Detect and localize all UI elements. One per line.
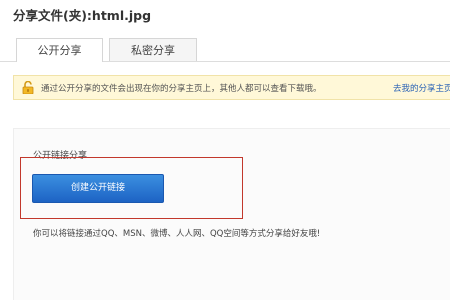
my-share-homepage-link[interactable]: 去我的分享主页 — [393, 82, 450, 94]
dialog-title: 分享文件(夹):html.jpg — [13, 8, 152, 23]
share-tabs: 公开分享 私密分享 — [0, 38, 450, 62]
public-share-notice: 通过公开分享的文件会出现在你的分享主页上，其他人都可以查看下载哦。 去我的分享主… — [13, 75, 450, 100]
share-dialog: 分享文件(夹):html.jpg 公开分享 私密分享 通过公开分享的文件会出现在… — [0, 0, 450, 300]
tab-private-share[interactable]: 私密分享 — [109, 38, 197, 61]
unlock-icon — [22, 80, 34, 95]
share-hint-text: 你可以将链接通过QQ、MSN、微博、人人网、QQ空间等方式分享给好友哦! — [33, 229, 321, 239]
tab-public-share[interactable]: 公开分享 — [16, 38, 103, 62]
notice-text: 通过公开分享的文件会出现在你的分享主页上，其他人都可以查看下载哦。 — [41, 84, 322, 94]
create-public-link-button[interactable]: 创建公开链接 — [32, 174, 164, 203]
